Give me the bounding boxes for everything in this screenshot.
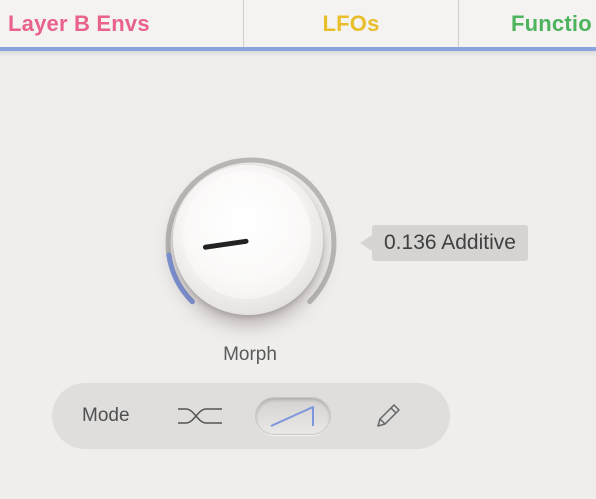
knob-indicator-line bbox=[202, 238, 249, 250]
crossfade-icon bbox=[178, 408, 222, 424]
knob-label: Morph bbox=[223, 344, 277, 365]
tab-bar: Layer B Envs LFOs Functio bbox=[0, 0, 596, 48]
mode-label: Mode bbox=[82, 405, 130, 426]
mode-bar: Mode bbox=[52, 383, 450, 449]
knob-pointer bbox=[202, 238, 249, 250]
tooltip-arrow bbox=[360, 235, 372, 251]
value-tooltip: 0.136 Additive bbox=[360, 225, 528, 261]
tab-layer-b-envs[interactable]: Layer B Envs bbox=[0, 0, 243, 48]
ramp-mode-button[interactable] bbox=[255, 397, 331, 435]
pencil-mode-button[interactable] bbox=[367, 397, 409, 435]
tooltip-value-text: 0.136 Additive bbox=[372, 225, 528, 261]
crossfade-mode-button[interactable] bbox=[170, 397, 230, 435]
tab-lfos[interactable]: LFOs bbox=[243, 0, 458, 48]
pencil-icon bbox=[377, 404, 400, 427]
ramp-icon bbox=[270, 406, 314, 427]
morph-knob[interactable] bbox=[160, 152, 342, 334]
tab-functions[interactable]: Functio bbox=[458, 0, 596, 48]
tab-bar-shadow bbox=[0, 51, 596, 57]
